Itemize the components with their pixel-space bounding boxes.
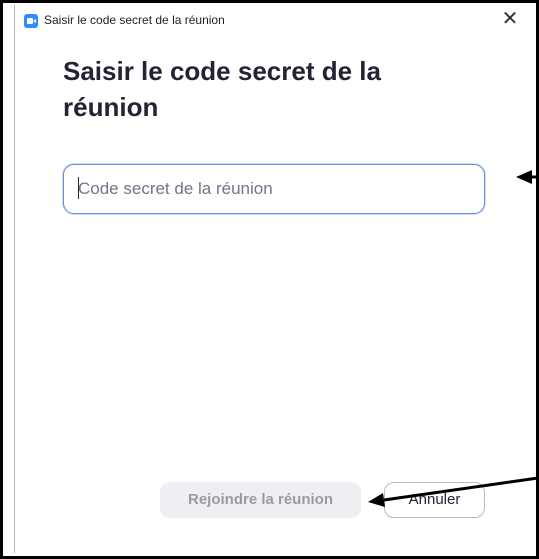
passcode-input[interactable] bbox=[63, 164, 485, 214]
close-icon[interactable]: ✕ bbox=[499, 8, 521, 30]
zoom-app-icon bbox=[24, 14, 38, 28]
text-cursor bbox=[78, 177, 79, 199]
join-meeting-button[interactable]: Rejoindre la réunion bbox=[160, 482, 361, 518]
window-title: Saisir le code secret de la réunion bbox=[44, 13, 225, 27]
dialog-heading: Saisir le code secret de la réunion bbox=[63, 56, 381, 122]
cancel-button[interactable]: Annuler bbox=[384, 482, 485, 518]
window-edge bbox=[14, 5, 15, 553]
